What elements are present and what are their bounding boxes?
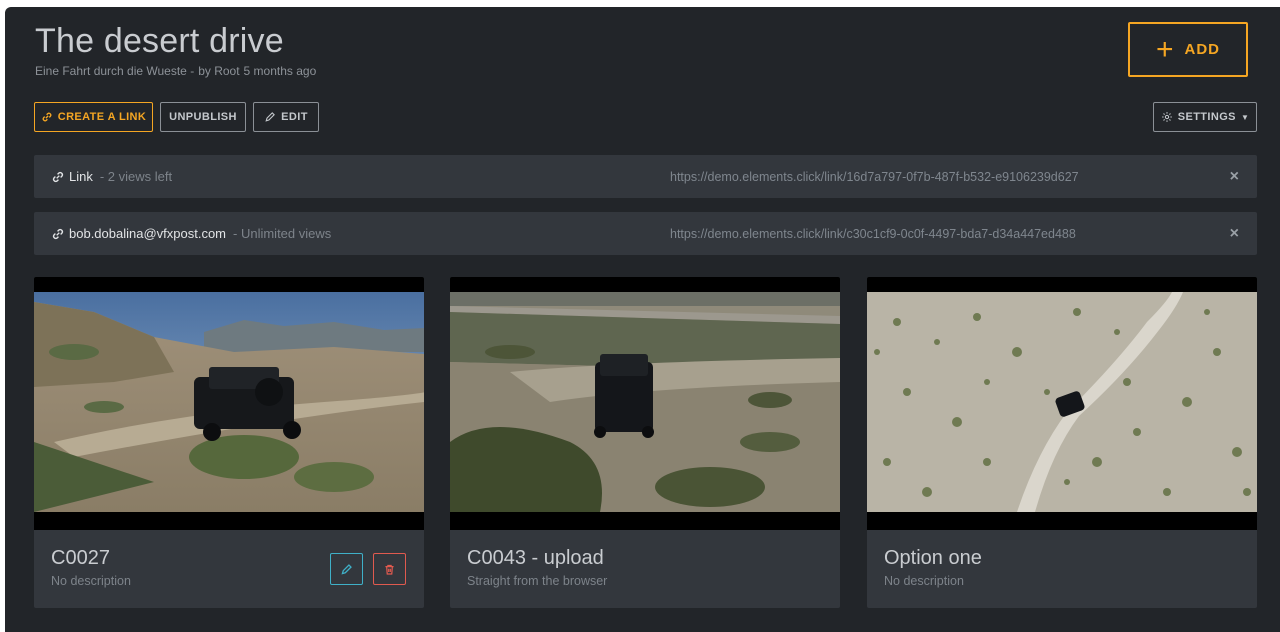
link-name: Link <box>69 169 93 184</box>
clip-card[interactable]: Option one No description <box>867 277 1257 608</box>
link-views: - Unlimited views <box>233 226 332 241</box>
settings-label: SETTINGS <box>1177 111 1236 123</box>
clip-description: No description <box>884 574 964 588</box>
chevron-down-icon: ▼ <box>1240 112 1250 122</box>
clip-name[interactable]: Option one <box>884 547 982 570</box>
clip-thumbnail[interactable] <box>450 277 840 530</box>
clip-description: Straight from the browser <box>467 574 608 588</box>
unpublish-label: UNPUBLISH <box>169 111 237 123</box>
clip-thumbnail[interactable] <box>34 277 424 530</box>
pencil-icon <box>265 112 276 122</box>
page-title: The desert drive <box>35 22 284 60</box>
desert-suv-photo <box>34 292 424 512</box>
edit-label: EDIT <box>281 111 308 123</box>
page-subtitle: Eine Fahrt durch die Wueste - by Root 5 mo… <box>35 64 320 78</box>
unpublish-button[interactable]: UNPUBLISH <box>160 102 246 132</box>
link-name: bob.dobalina@vfxpost.com <box>69 226 227 241</box>
clip-name[interactable]: C0027 <box>51 547 110 570</box>
link-icon <box>52 171 64 182</box>
edit-button[interactable]: EDIT <box>253 102 319 132</box>
link-url[interactable]: https://demo.elements.click/link/c30c1cf… <box>670 227 1076 241</box>
share-link-row: Link - 2 views left https://demo.element… <box>34 155 1257 198</box>
gear-icon <box>1161 112 1172 122</box>
trash-icon <box>385 564 394 575</box>
subtitle-time: 5 months ago <box>243 64 317 78</box>
link-icon <box>52 228 64 239</box>
clip-card[interactable]: C0027 No description <box>34 277 424 608</box>
clip-card[interactable]: C0043 - upload Straight from the browser <box>450 277 840 608</box>
delete-clip-button[interactable] <box>373 553 406 585</box>
subtitle-author: by Root <box>198 64 240 78</box>
clip-thumbnail[interactable] <box>867 277 1257 530</box>
clip-name[interactable]: C0043 - upload <box>467 547 604 570</box>
create-link-label: CREATE A LINK <box>57 111 147 123</box>
add-button[interactable]: + ADD <box>1128 22 1248 77</box>
link-views: - 2 views left <box>99 169 173 184</box>
clip-description: No description <box>51 574 131 588</box>
close-icon[interactable]: × <box>1230 225 1239 243</box>
pencil-icon <box>341 563 352 575</box>
edit-clip-button[interactable] <box>330 553 363 585</box>
aerial-desert-photo <box>867 292 1257 512</box>
close-icon[interactable]: × <box>1230 168 1239 186</box>
add-label: ADD <box>1184 41 1221 58</box>
settings-button[interactable]: SETTINGS ▼ <box>1153 102 1257 132</box>
create-link-button[interactable]: CREATE A LINK <box>34 102 153 132</box>
share-link-row: bob.dobalina@vfxpost.com - Unlimited vie… <box>34 212 1257 255</box>
plus-icon: + <box>1155 32 1175 66</box>
desert-road-photo <box>450 292 840 512</box>
link-url[interactable]: https://demo.elements.click/link/16d7a79… <box>670 170 1079 184</box>
link-icon <box>42 112 52 122</box>
subtitle-description: Eine Fahrt durch die Wueste - <box>35 64 195 78</box>
